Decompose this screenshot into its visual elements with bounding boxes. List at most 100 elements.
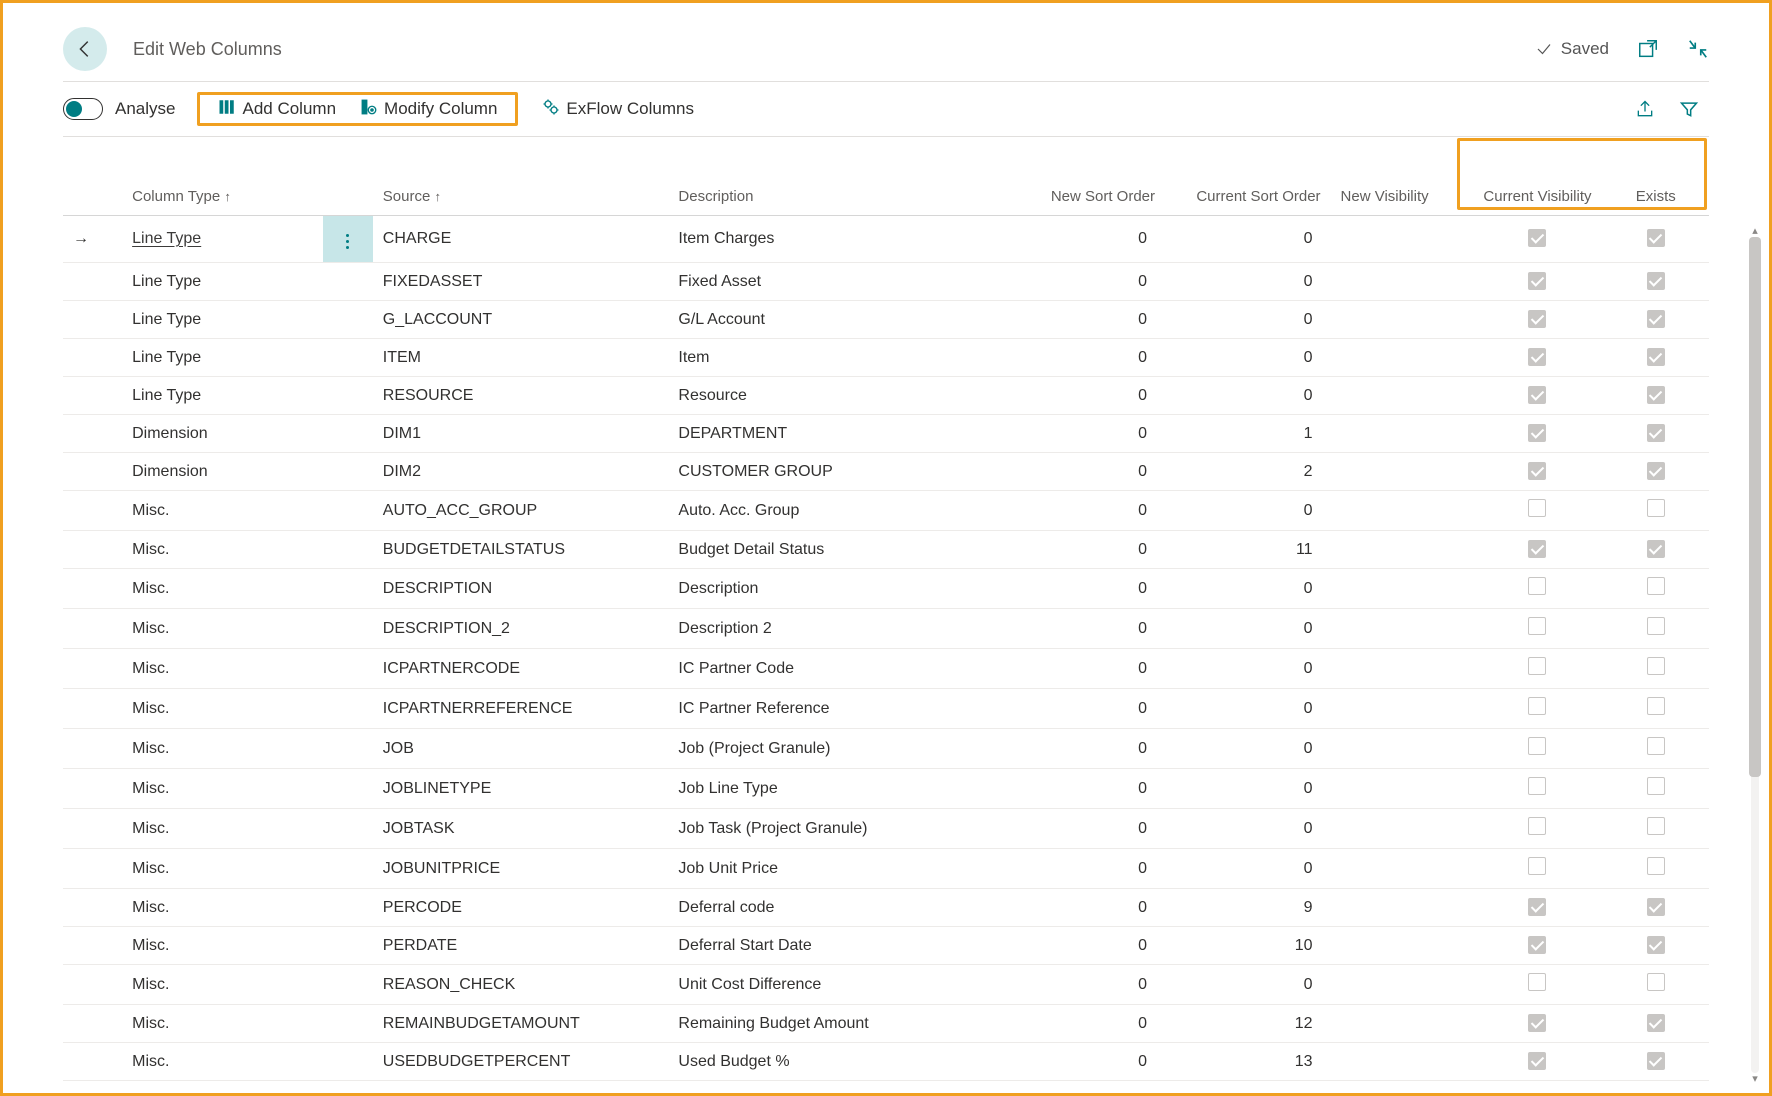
cell-new-sort-order[interactable]: 0 [1023, 609, 1165, 649]
cell-new-sort-order[interactable]: 0 [1023, 849, 1165, 889]
cell-column-type[interactable]: Misc. [122, 689, 323, 729]
cell-description[interactable]: Deferral code [668, 889, 1023, 927]
cell-column-type[interactable]: Line Type [122, 339, 323, 377]
table-row[interactable]: Misc.AUTO_ACC_GROUPAuto. Acc. Group00 [63, 491, 1709, 531]
cell-new-visibility[interactable] [1331, 491, 1473, 531]
cell-source[interactable]: JOBLINETYPE [373, 769, 669, 809]
cell-new-sort-order[interactable]: 0 [1023, 1043, 1165, 1081]
cell-new-visibility[interactable] [1331, 1043, 1473, 1081]
cell-new-visibility[interactable] [1331, 609, 1473, 649]
cell-new-sort-order[interactable]: 0 [1023, 531, 1165, 569]
cell-current-sort-order[interactable]: 0 [1165, 689, 1331, 729]
table-row[interactable]: Line TypeRESOURCEResource00 [63, 377, 1709, 415]
collapse-icon[interactable] [1687, 38, 1709, 60]
cell-new-sort-order[interactable]: 0 [1023, 889, 1165, 927]
cell-description[interactable]: Unit Cost Difference [668, 965, 1023, 1005]
cell-current-sort-order[interactable]: 11 [1165, 531, 1331, 569]
table-row[interactable]: Misc.JOBTASKJob Task (Project Granule)00 [63, 809, 1709, 849]
checkbox-current-visibility[interactable] [1528, 737, 1546, 755]
table-row[interactable]: Misc.BUDGETDETAILSTATUSBudget Detail Sta… [63, 531, 1709, 569]
checkbox-exists[interactable] [1647, 973, 1665, 991]
exflow-columns-button[interactable]: ExFlow Columns [526, 94, 710, 125]
cell-new-sort-order[interactable]: 0 [1023, 263, 1165, 301]
checkbox-exists[interactable] [1647, 817, 1665, 835]
cell-source[interactable]: RESOURCE [373, 377, 669, 415]
cell-current-sort-order[interactable]: 0 [1165, 729, 1331, 769]
cell-source[interactable]: JOB [373, 729, 669, 769]
cell-new-visibility[interactable] [1331, 531, 1473, 569]
cell-new-sort-order[interactable]: 0 [1023, 689, 1165, 729]
cell-current-sort-order[interactable]: 2 [1165, 453, 1331, 491]
cell-source[interactable]: JOBTASK [373, 809, 669, 849]
cell-source[interactable]: DIM1 [373, 415, 669, 453]
cell-source[interactable]: FIXEDASSET [373, 263, 669, 301]
checkbox-current-visibility[interactable] [1528, 817, 1546, 835]
cell-source[interactable]: BUDGETDETAILSTATUS [373, 531, 669, 569]
checkbox-current-visibility[interactable] [1528, 499, 1546, 517]
checkbox-exists[interactable] [1647, 898, 1665, 916]
header-column-type[interactable]: Column Type ↑ [122, 177, 323, 215]
table-row[interactable]: Line TypeFIXEDASSETFixed Asset00 [63, 263, 1709, 301]
cell-description[interactable]: DEPARTMENT [668, 415, 1023, 453]
cell-column-type[interactable]: Misc. [122, 849, 323, 889]
cell-source[interactable]: DIM2 [373, 453, 669, 491]
checkbox-current-visibility[interactable] [1528, 1052, 1546, 1070]
cell-current-sort-order[interactable]: 0 [1165, 491, 1331, 531]
cell-new-sort-order[interactable]: 0 [1023, 301, 1165, 339]
table-row[interactable]: DimensionDIM1DEPARTMENT01 [63, 415, 1709, 453]
cell-description[interactable]: Item Charges [668, 215, 1023, 263]
cell-description[interactable]: Item [668, 339, 1023, 377]
checkbox-current-visibility[interactable] [1528, 697, 1546, 715]
cell-new-visibility[interactable] [1331, 377, 1473, 415]
cell-description[interactable]: Budget Detail Status [668, 531, 1023, 569]
vertical-scrollbar[interactable]: ▴ ▾ [1747, 225, 1763, 1085]
cell-new-sort-order[interactable]: 0 [1023, 729, 1165, 769]
cell-source[interactable]: DESCRIPTION [373, 569, 669, 609]
cell-column-type[interactable]: Misc. [122, 649, 323, 689]
cell-source[interactable]: PERCODE [373, 889, 669, 927]
checkbox-exists[interactable] [1647, 540, 1665, 558]
cell-source[interactable]: USEDBUDGETPERCENT [373, 1043, 669, 1081]
checkbox-exists[interactable] [1647, 310, 1665, 328]
checkbox-current-visibility[interactable] [1528, 1014, 1546, 1032]
checkbox-current-visibility[interactable] [1528, 577, 1546, 595]
cell-source[interactable]: DESCRIPTION_2 [373, 609, 669, 649]
cell-new-sort-order[interactable]: 0 [1023, 1005, 1165, 1043]
table-row[interactable]: Misc.REASON_CHECKUnit Cost Difference00 [63, 965, 1709, 1005]
checkbox-exists[interactable] [1647, 936, 1665, 954]
cell-column-type[interactable]: Line Type [122, 377, 323, 415]
checkbox-current-visibility[interactable] [1528, 272, 1546, 290]
checkbox-current-visibility[interactable] [1528, 310, 1546, 328]
table-row[interactable]: Misc.ICPARTNERREFERENCEIC Partner Refere… [63, 689, 1709, 729]
checkbox-current-visibility[interactable] [1528, 657, 1546, 675]
header-description[interactable]: Description [668, 177, 1023, 215]
cell-new-visibility[interactable] [1331, 301, 1473, 339]
table-row[interactable]: Line TypeITEMItem00 [63, 339, 1709, 377]
cell-current-sort-order[interactable]: 12 [1165, 1005, 1331, 1043]
cell-column-type[interactable]: Misc. [122, 927, 323, 965]
checkbox-current-visibility[interactable] [1528, 424, 1546, 442]
cell-column-type[interactable]: Line Type [122, 215, 323, 263]
table-row[interactable]: Misc. PERCODEDeferral code09 [63, 889, 1709, 927]
cell-new-visibility[interactable] [1331, 965, 1473, 1005]
cell-current-sort-order[interactable]: 0 [1165, 769, 1331, 809]
cell-column-type[interactable]: Misc. [122, 569, 323, 609]
cell-column-type[interactable]: Dimension [122, 415, 323, 453]
table-row[interactable]: Misc.JOBLINETYPEJob Line Type00 [63, 769, 1709, 809]
table-row[interactable]: Misc.PERDATEDeferral Start Date010 [63, 927, 1709, 965]
header-source[interactable]: Source ↑ [373, 177, 669, 215]
cell-current-sort-order[interactable]: 9 [1165, 889, 1331, 927]
cell-column-type[interactable]: Line Type [122, 301, 323, 339]
cell-description[interactable]: Description 2 [668, 609, 1023, 649]
cell-current-sort-order[interactable]: 0 [1165, 377, 1331, 415]
cell-new-visibility[interactable] [1331, 729, 1473, 769]
checkbox-exists[interactable] [1647, 229, 1665, 247]
back-button[interactable] [63, 27, 107, 71]
cell-new-visibility[interactable] [1331, 689, 1473, 729]
cell-source[interactable]: JOBUNITPRICE [373, 849, 669, 889]
checkbox-current-visibility[interactable] [1528, 348, 1546, 366]
cell-column-type[interactable]: Misc. [122, 889, 323, 927]
cell-source[interactable]: G_LACCOUNT [373, 301, 669, 339]
filter-icon[interactable] [1679, 99, 1699, 119]
cell-new-sort-order[interactable]: 0 [1023, 809, 1165, 849]
